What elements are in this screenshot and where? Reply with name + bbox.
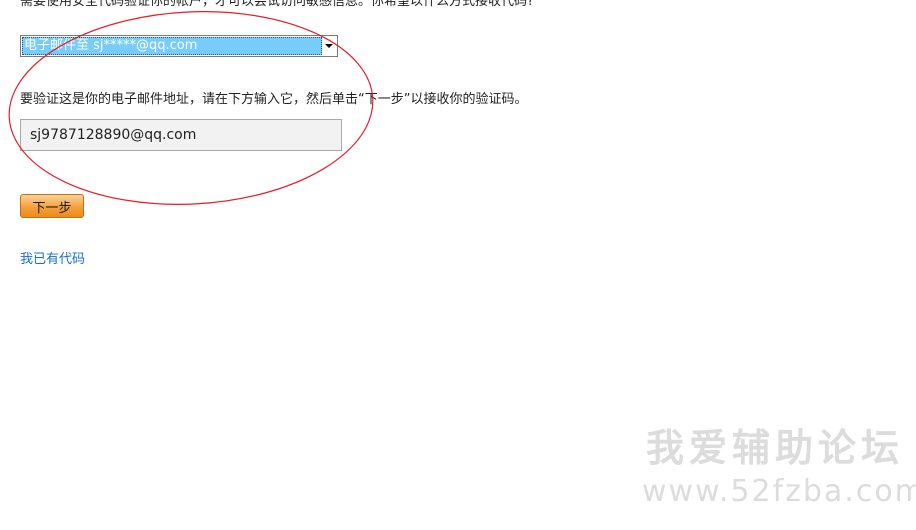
- verification-method-select[interactable]: 电子邮件至 sj*****@qq.com: [20, 35, 338, 57]
- watermark-title: 我爱辅助论坛: [646, 426, 905, 470]
- email-input[interactable]: [20, 119, 342, 151]
- have-code-link[interactable]: 我已有代码: [20, 251, 85, 269]
- next-button[interactable]: 下一步: [20, 194, 84, 218]
- dropdown-arrow-icon[interactable]: [325, 44, 333, 48]
- intro-text: 需要使用安全代码验证你的帐户，才可以尝试访问敏感信息。你希望以什么方式接收代码?: [20, 0, 534, 9]
- selected-option[interactable]: 电子邮件至 sj*****@qq.com: [22, 37, 322, 55]
- watermark-url: www.52fzba.com: [642, 474, 916, 509]
- instruction-text: 要验证这是你的电子邮件地址，请在下方输入它，然后单击“下一步”以接收你的验证码。: [20, 92, 528, 107]
